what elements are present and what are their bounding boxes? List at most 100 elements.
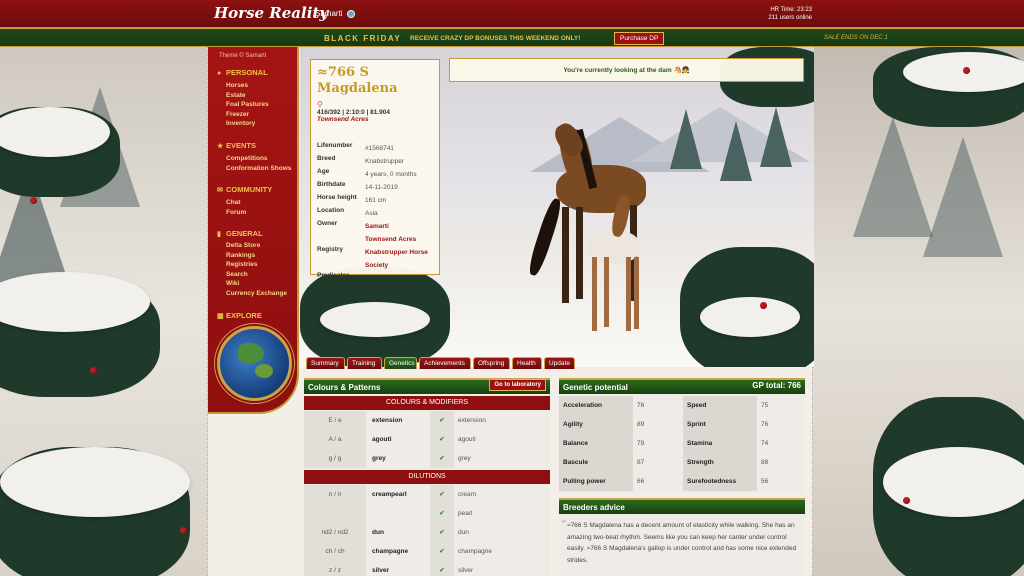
sidebar-item-delta-store[interactable]: Delta Store — [226, 242, 260, 249]
ornament — [903, 497, 910, 504]
user-circle-icon: ● — [217, 70, 222, 77]
foal-leg — [592, 257, 597, 331]
owner-farm-link[interactable]: Townsend Acres — [365, 233, 441, 246]
tab-genetics[interactable]: Genetics — [384, 357, 417, 369]
colours-patterns-panel: Colours & Patterns Go to laboratory COLO… — [304, 378, 550, 576]
stat-label: Strength — [683, 453, 757, 472]
tab-health[interactable]: Health — [512, 357, 542, 369]
continent-shape — [255, 364, 273, 378]
settings-icon[interactable] — [347, 10, 355, 18]
foal-leg — [634, 257, 639, 329]
purchase-dp-button[interactable]: Purchase DP — [614, 32, 665, 45]
hr-time-text: HR Time: 23:23 — [770, 7, 812, 13]
go-to-laboratory-button[interactable]: Go to laboratory — [489, 379, 546, 391]
horse-stats: 416/392 | 2:10:0 | 81.904 — [317, 109, 391, 116]
table-row: ✔ pearl — [304, 504, 550, 523]
stat-value: 88 — [757, 453, 805, 472]
check-icon: ✔ — [430, 523, 454, 542]
sidebar-item-wiki[interactable]: Wiki — [226, 280, 239, 287]
sidebar-item-conformation-shows[interactable]: Conformation Shows — [226, 165, 291, 172]
horse-name: ≈766 S Magdalena — [317, 65, 398, 96]
sidebar-item-foal-pastures[interactable]: Foal Pastures — [226, 101, 269, 108]
ornament — [90, 367, 97, 374]
background-left — [0, 47, 207, 576]
horse-farm[interactable]: Townsend Acres — [317, 116, 433, 123]
registry-link[interactable]: Knabstrupper Horse Society — [365, 246, 441, 272]
table-row: A / a agouti ✔ agouti — [304, 430, 550, 449]
promo-banner: BLACK FRIDAY RECEIVE CRAZY DP BONUSES TH… — [0, 29, 1024, 47]
foal-leg — [626, 257, 631, 331]
ornament — [180, 527, 187, 534]
stat-value: 56 — [757, 472, 805, 491]
stat-value: 76 — [757, 415, 805, 434]
horse-info-card: ≈766 S Magdalena ⚲ 416/392 | 2:10:0 | 81… — [310, 59, 441, 279]
check-icon: ✔ — [430, 485, 454, 504]
mare-leg — [562, 207, 569, 303]
map-icon: ▦ — [217, 313, 224, 320]
tab-offspring[interactable]: Offspring — [473, 357, 510, 369]
check-icon: ✔ — [430, 430, 454, 449]
ornament — [963, 67, 970, 74]
tab-achievements[interactable]: Achievements — [419, 357, 471, 369]
sidebar-item-currency-exchange[interactable]: Currency Exchange — [226, 290, 287, 297]
continent-shape — [238, 343, 264, 363]
foal-leg — [604, 257, 609, 327]
sidebar-item-inventory[interactable]: Inventory — [226, 120, 255, 127]
chat-icon: ✉ — [217, 187, 223, 194]
table-row: z / z silver ✔ silver — [304, 561, 550, 576]
site-logo[interactable]: Horse Reality — [214, 4, 328, 22]
check-icon: ✔ — [430, 449, 454, 468]
modifiers-header: COLOURS & MODIFIERS — [304, 396, 550, 410]
main-content: Theme © Samarti ● PERSONAL Horses Estate … — [207, 47, 814, 576]
bookmark-icon: ▮ — [217, 231, 221, 238]
tab-summary[interactable]: Summary — [306, 357, 345, 369]
table-row: nd2 / nd2 dun ✔ dun — [304, 523, 550, 542]
users-online-text: 211 users online — [768, 15, 812, 21]
table-row: n / n creampearl ✔ cream — [304, 485, 550, 504]
check-icon: ✔ — [430, 411, 454, 430]
star-icon: ★ — [217, 143, 224, 150]
tab-update[interactable]: Update — [544, 357, 575, 369]
stat-value: 76 — [633, 396, 681, 415]
ornament — [760, 302, 767, 309]
pine-tree — [670, 109, 702, 169]
sidebar-item-competitions[interactable]: Competitions — [226, 155, 268, 162]
owner-link[interactable]: Samarti — [365, 220, 441, 233]
sidebar-item-rankings[interactable]: Rankings — [226, 252, 255, 259]
banner-message: RECEIVE CRAZY DP BONUSES THIS WEEKEND ON… — [410, 35, 581, 42]
sale-ends-text: SALE ENDS ON DEC 1 — [824, 35, 888, 41]
pine-tree — [760, 107, 792, 167]
stat-label: Acceleration — [559, 396, 633, 415]
check-icon: ✔ — [430, 542, 454, 561]
username-link[interactable]: Samarti — [315, 9, 343, 18]
section-community: ✉ COMMUNITY — [217, 185, 273, 194]
sidebar-item-forum[interactable]: Forum — [226, 209, 246, 216]
breeders-advice-text: ≈766 S Magdalena has a decent amount of … — [567, 522, 797, 564]
sidebar-item-registries[interactable]: Registries — [226, 261, 257, 268]
location-pin-icon[interactable]: ⚲ — [317, 100, 433, 109]
stat-label: Speed — [683, 396, 757, 415]
table-row: E / e extension ✔ extension — [304, 411, 550, 430]
section-personal: ● PERSONAL — [217, 68, 268, 77]
snow — [320, 302, 430, 337]
sidebar-item-horses[interactable]: Horses — [226, 82, 248, 89]
stat-value: 75 — [757, 396, 805, 415]
sidebar-item-freezer[interactable]: Freezer — [226, 111, 249, 118]
check-icon: ✔ — [430, 504, 454, 523]
stat-label: Balance — [559, 434, 633, 453]
check-icon: ✔ — [430, 561, 454, 576]
horse-family-icon: 🐴👧 — [673, 67, 690, 74]
tab-training[interactable]: Training — [347, 357, 382, 369]
world-globe-icon[interactable] — [217, 326, 292, 401]
sidebar-item-chat[interactable]: Chat — [226, 199, 240, 206]
section-explore[interactable]: ▦ EXPLORE — [217, 311, 262, 320]
stat-label: Agility — [559, 415, 633, 434]
stat-value: 79 — [633, 434, 681, 453]
section-general: ▮ GENERAL — [217, 229, 263, 238]
ornament — [30, 197, 37, 204]
sidebar-item-search[interactable]: Search — [226, 271, 248, 278]
pine-tree — [720, 121, 752, 181]
sidebar: Theme © Samarti ● PERSONAL Horses Estate … — [208, 47, 299, 414]
quote-icon: “ — [561, 518, 567, 531]
sidebar-item-estate[interactable]: Estate — [226, 92, 246, 99]
